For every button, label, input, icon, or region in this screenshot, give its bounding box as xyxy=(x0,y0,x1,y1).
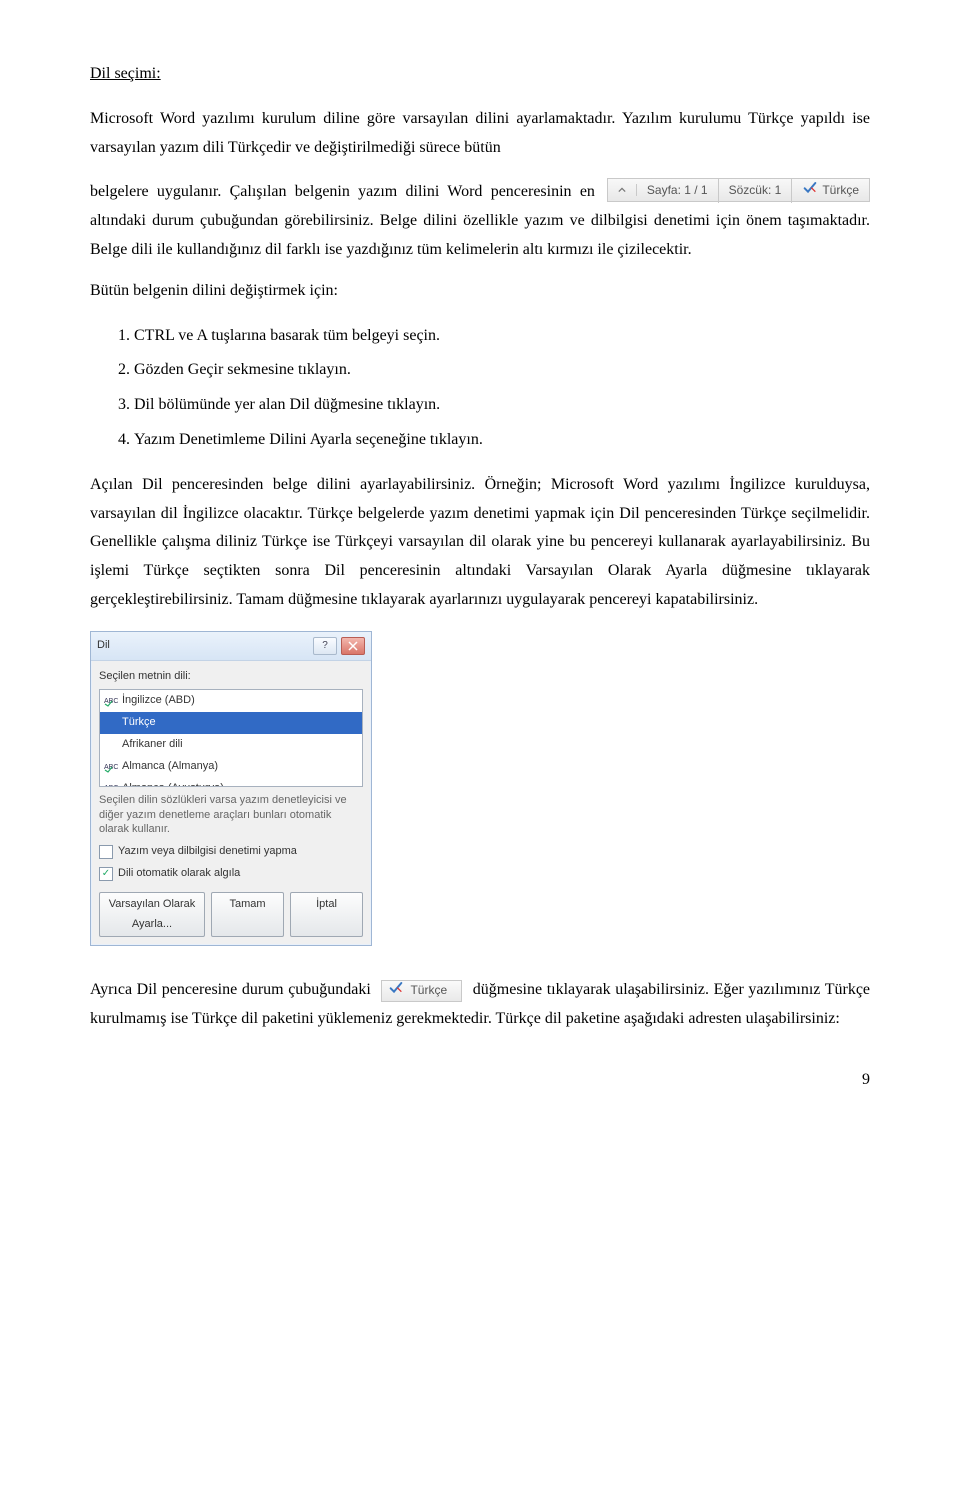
paragraph-1: Microsoft Word yazılımı kurulum diline g… xyxy=(90,105,870,163)
list-item[interactable]: Türkçe xyxy=(100,712,362,734)
svg-text:ABC: ABC xyxy=(104,785,118,787)
paragraph-4: Açılan Dil penceresinden belge dilini ay… xyxy=(90,471,870,615)
list-item: CTRL ve A tuşlarına basarak tüm belgeyi … xyxy=(134,322,870,351)
status-language-label: Türkçe xyxy=(822,180,859,202)
checkbox-icon xyxy=(99,845,113,859)
checkbox-no-proofing[interactable]: Yazım veya dilbilgisi denetimi yapma xyxy=(99,842,363,862)
set-default-button[interactable]: Varsayılan Olarak Ayarla... xyxy=(99,892,205,938)
paragraph-2-wrap: Sayfa: 1 / 1 Sözcük: 1 Türkçe belgelere … xyxy=(90,178,870,264)
list-item: Yazım Denetimleme Dilini Ayarla seçeneği… xyxy=(134,426,870,455)
spellcheck-icon xyxy=(802,179,818,203)
abc-check-icon: ABC xyxy=(104,761,118,773)
close-button[interactable] xyxy=(341,637,365,655)
dialog-help-text: Seçilen dilin sözlükleri varsa yazım den… xyxy=(99,793,363,836)
status-language-button-inline[interactable]: Türkçe xyxy=(381,980,462,1002)
help-button[interactable]: ? xyxy=(313,637,337,655)
section-heading: Dil seçimi: xyxy=(90,60,870,89)
list-item[interactable]: ABC Almanca (Avusturya) xyxy=(100,778,362,788)
status-page[interactable]: Sayfa: 1 / 1 xyxy=(637,178,719,203)
list-item[interactable]: ABC İngilizce (ABD) xyxy=(100,690,362,712)
listbox-label: Seçilen metnin dili: xyxy=(99,667,363,687)
list-item[interactable]: ABC Almanca (Almanya) xyxy=(100,756,362,778)
cancel-button[interactable]: İptal xyxy=(290,892,363,938)
abc-check-icon: ABC xyxy=(104,782,118,787)
steps-list: CTRL ve A tuşlarına basarak tüm belgeyi … xyxy=(134,322,870,455)
paragraph-3: Bütün belgenin dilini değiştirmek için: xyxy=(90,277,870,306)
language-listbox[interactable]: ABC İngilizce (ABD) Türkçe Afrikaner dil… xyxy=(99,689,363,787)
list-item: Gözden Geçir sekmesine tıklayın. xyxy=(134,356,870,385)
dialog-title: Dil xyxy=(97,636,110,656)
status-word-count[interactable]: Sözcük: 1 xyxy=(719,178,793,203)
spellcheck-icon xyxy=(388,979,404,1003)
checkbox-icon: ✓ xyxy=(99,867,113,881)
checkbox-auto-detect[interactable]: ✓ Dili otomatik olarak algıla xyxy=(99,864,363,884)
status-language-button[interactable]: Türkçe xyxy=(792,178,869,204)
list-item: Dil bölümünde yer alan Dil düğmesine tık… xyxy=(134,391,870,420)
language-dialog: Dil ? Seçilen metnin dili: ABC İngilizce… xyxy=(90,631,372,947)
chevron-up-icon xyxy=(608,184,637,196)
abc-check-icon: ABC xyxy=(104,695,118,707)
page-number: 9 xyxy=(90,1066,870,1095)
paragraph-5: Ayrıca Dil penceresine durum çubuğundaki… xyxy=(90,976,870,1034)
ok-button[interactable]: Tamam xyxy=(211,892,284,938)
word-status-bar: Sayfa: 1 / 1 Sözcük: 1 Türkçe xyxy=(607,178,870,202)
dialog-titlebar: Dil ? xyxy=(91,632,371,661)
list-item[interactable]: Afrikaner dili xyxy=(100,734,362,756)
paragraph-2-lead: belgelere uygulanır. xyxy=(90,183,221,200)
dialog-body: Seçilen metnin dili: ABC İngilizce (ABD)… xyxy=(91,661,371,946)
